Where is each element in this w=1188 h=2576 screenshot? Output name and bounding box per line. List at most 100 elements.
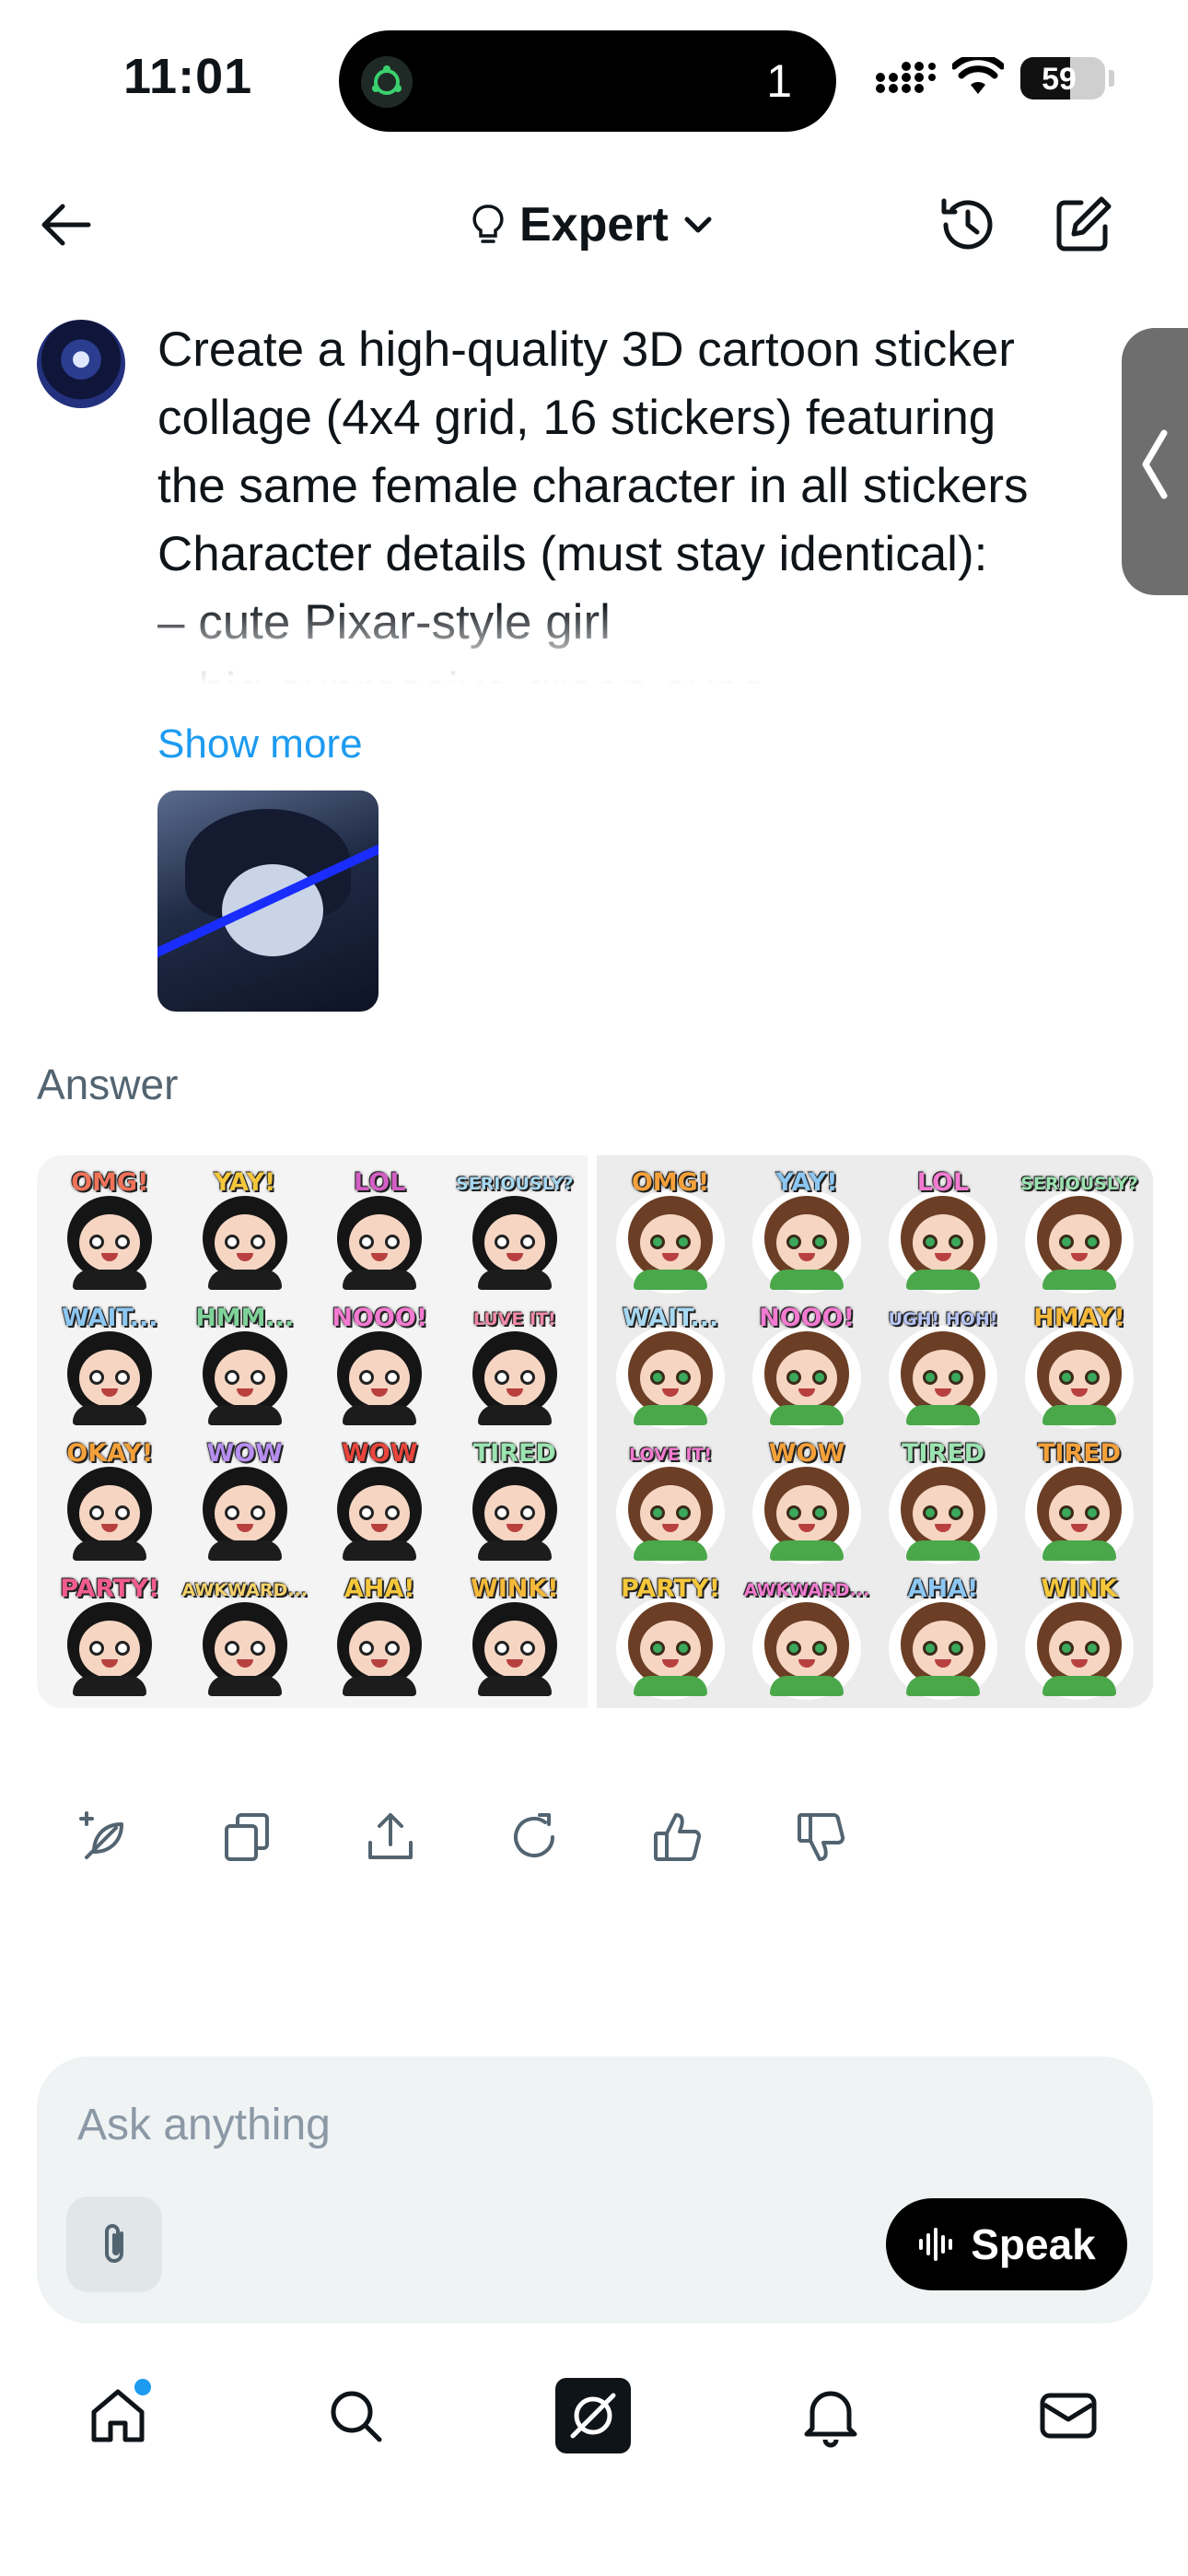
sticker-caption: PARTY!	[60, 1575, 160, 1603]
attach-button[interactable]	[66, 2196, 162, 2292]
tab-search[interactable]	[317, 2377, 394, 2454]
attached-image-thumbnail[interactable]	[157, 790, 379, 1012]
sticker-eye	[949, 1370, 963, 1385]
sticker-body	[906, 1540, 980, 1561]
sticker-eye	[1059, 1235, 1074, 1249]
sticker-eye	[949, 1235, 963, 1249]
grok-sparkle-button[interactable]	[70, 1804, 136, 1870]
sticker-body	[207, 1676, 282, 1696]
sticker-mouth	[236, 1524, 253, 1532]
show-more-link[interactable]: Show more	[157, 721, 363, 767]
tab-messages[interactable]	[1030, 2377, 1107, 2454]
sticker-eye	[250, 1641, 265, 1656]
sticker-caption: TIRED	[472, 1439, 556, 1468]
copy-button[interactable]	[214, 1804, 280, 1870]
sticker-eye	[519, 1641, 535, 1656]
sticker: OMG!	[602, 1161, 739, 1296]
sticker-eye	[250, 1370, 265, 1385]
sticker-caption: NOOO!	[759, 1304, 855, 1332]
tab-grok[interactable]	[554, 2377, 632, 2454]
sticker-eye	[923, 1641, 938, 1656]
sticker-face	[483, 1621, 545, 1678]
sticker: TIRED	[448, 1432, 583, 1567]
prompt-line: Character details (must stay identical):	[157, 527, 988, 581]
copy-icon	[225, 1813, 269, 1861]
ask-input[interactable]	[77, 2097, 998, 2152]
search-icon	[331, 2391, 382, 2442]
response-actions	[70, 1800, 855, 1874]
sticker-eye	[519, 1370, 535, 1385]
sticker-eye	[89, 1641, 105, 1656]
history-button[interactable]	[935, 192, 1001, 258]
dynamic-island[interactable]: 1	[339, 30, 836, 132]
sticker-caption: HMM...	[195, 1304, 295, 1332]
sticker-face	[640, 1485, 701, 1542]
battery-tip	[1109, 70, 1114, 87]
sticker-caption: LOL	[354, 1168, 406, 1197]
sticker-body	[73, 1540, 147, 1561]
sticker-caption: WOW	[206, 1439, 284, 1468]
sticker-eye	[89, 1370, 105, 1385]
sticker-eye	[89, 1235, 105, 1249]
waveform-icon	[919, 2228, 953, 2261]
user-avatar[interactable]	[37, 320, 125, 408]
generated-image[interactable]: OMG! YAY! LOL SERIOUSLY? WAIT... HMM... NOOO! L…	[37, 1155, 1153, 1708]
prompt-line: – big expressive green eyes	[157, 657, 1134, 685]
sticker-eye	[786, 1505, 801, 1520]
sticker-face	[214, 1485, 275, 1542]
sticker-eye	[115, 1370, 131, 1385]
sticker-eye	[385, 1235, 401, 1249]
sticker-eye	[224, 1641, 239, 1656]
sticker-eye	[359, 1235, 375, 1249]
sticker: NOOO!	[312, 1296, 448, 1432]
sticker-caption: YAY!	[775, 1168, 838, 1197]
sticker: WAIT...	[42, 1296, 178, 1432]
sticker-body	[770, 1405, 844, 1425]
user-prompt: Create a high-quality 3D cartoon sticker…	[157, 316, 1134, 685]
sticker-face	[79, 1214, 141, 1271]
sticker-eye	[224, 1370, 239, 1385]
sticker-eye	[650, 1505, 665, 1520]
sticker-mouth	[236, 1388, 253, 1397]
mode-selector[interactable]: Expert	[470, 195, 715, 254]
sticker-eye	[494, 1370, 509, 1385]
sticker-face	[1049, 1621, 1110, 1678]
sticker-mouth	[371, 1388, 389, 1397]
tab-notifications[interactable]	[792, 2377, 869, 2454]
speak-button[interactable]: Speak	[886, 2198, 1127, 2290]
sticker: YAY!	[739, 1161, 875, 1296]
sticker-body	[1042, 1405, 1116, 1425]
share-button[interactable]	[357, 1804, 424, 1870]
sticker-eye	[812, 1505, 827, 1520]
sticker-mouth	[1071, 1388, 1088, 1397]
sticker-mouth	[662, 1388, 679, 1397]
sticker-eye	[923, 1505, 938, 1520]
prompt-line: the same female character in all sticker…	[157, 459, 1029, 513]
sticker-body	[1042, 1676, 1116, 1696]
sticker-body	[477, 1405, 552, 1425]
sticker-body	[634, 1540, 707, 1561]
sticker-eye	[385, 1505, 401, 1520]
sticker-face	[349, 1485, 411, 1542]
sticker-caption: AWKWARD...	[181, 1580, 308, 1600]
prompt-line: Create a high-quality 3D cartoon sticker	[157, 322, 1015, 377]
message-composer: Speak	[37, 2056, 1153, 2324]
sticker-body	[770, 1540, 844, 1561]
thumbs-down-button[interactable]	[788, 1804, 855, 1870]
compose-button[interactable]	[1050, 192, 1116, 258]
tab-home[interactable]	[79, 2377, 157, 2454]
sticker-face	[79, 1350, 141, 1407]
battery-level: 59	[1042, 62, 1077, 97]
sticker-body	[343, 1270, 417, 1290]
sticker: WOW	[739, 1432, 875, 1567]
back-button[interactable]	[37, 195, 96, 254]
sticker-face	[640, 1214, 701, 1271]
sticker-eye	[115, 1235, 131, 1249]
regenerate-button[interactable]	[501, 1804, 567, 1870]
thumbs-up-button[interactable]	[645, 1804, 711, 1870]
sticker: AWKWARD...	[178, 1567, 313, 1703]
sticker-eye	[250, 1235, 265, 1249]
sticker-caption: OKAY!	[66, 1439, 154, 1468]
sticker-mouth	[1071, 1253, 1088, 1261]
sticker-face	[913, 1214, 973, 1271]
